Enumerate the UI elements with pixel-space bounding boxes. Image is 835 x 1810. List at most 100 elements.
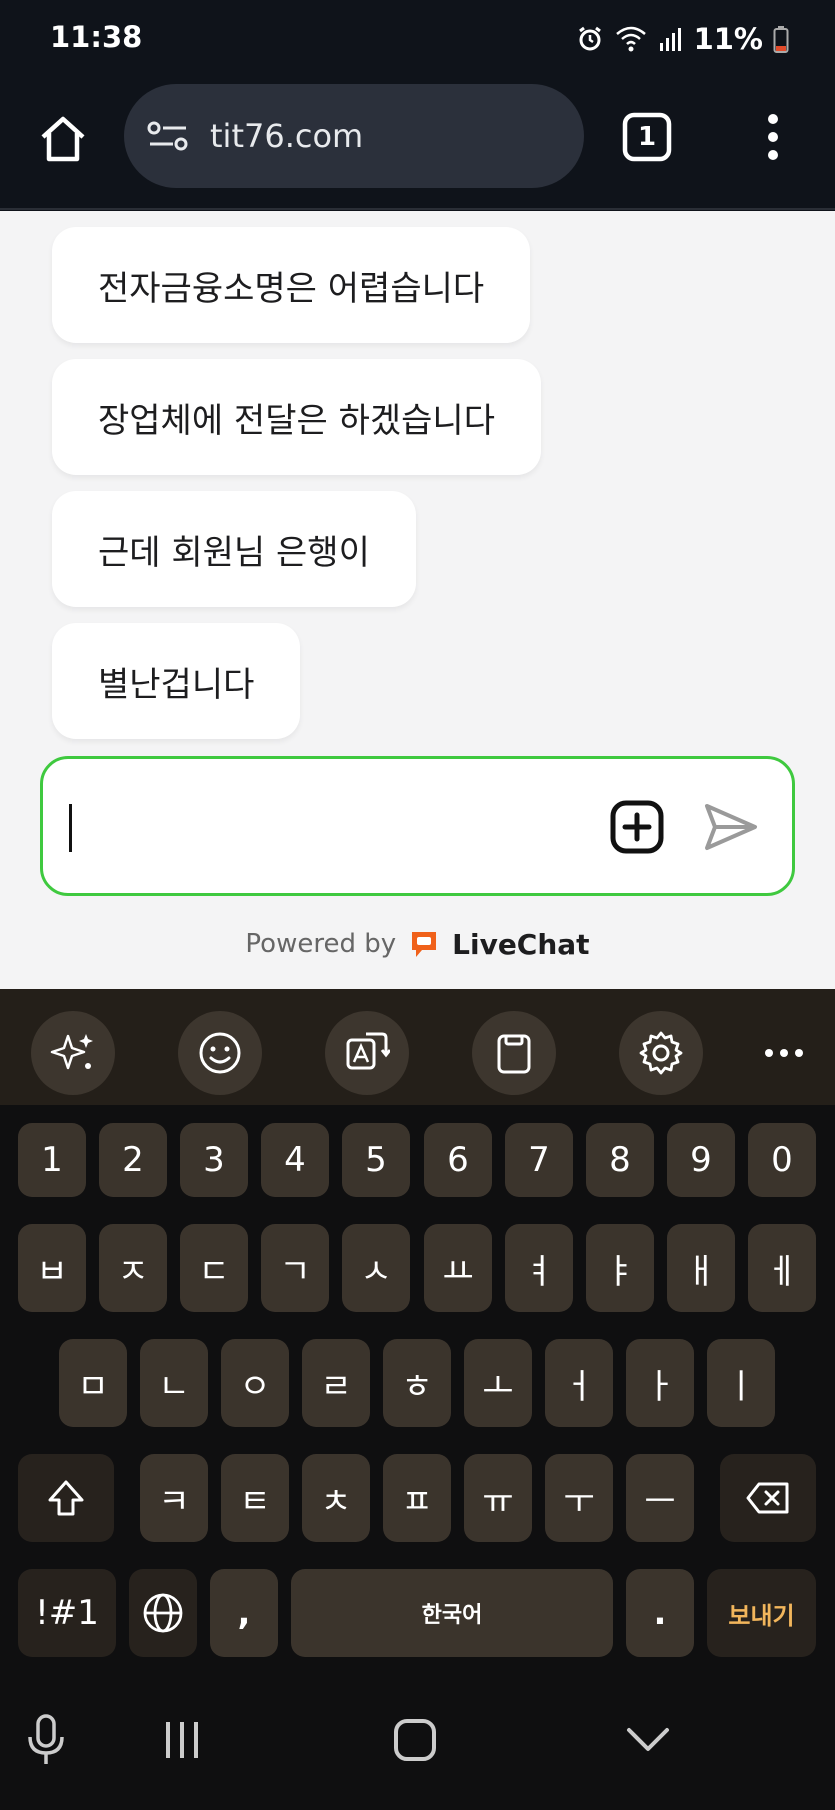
key-kieuk[interactable]: ㅋ	[140, 1454, 208, 1542]
browser-toolbar: tit76.com 1	[0, 80, 835, 210]
address-bar[interactable]: tit76.com	[124, 84, 584, 188]
chat-message: 전자금융소명은 어렵습니다	[52, 227, 531, 343]
wifi-icon	[615, 26, 646, 52]
key-1[interactable]: 1	[18, 1123, 86, 1197]
key-o[interactable]: ㅗ	[464, 1339, 532, 1427]
recent-apps-icon	[166, 1722, 198, 1758]
livechat-brand: LiveChat	[452, 927, 590, 961]
ai-sparkle-icon	[50, 1034, 93, 1070]
home-button[interactable]	[30, 106, 96, 172]
key-label: ㄱ	[279, 1251, 311, 1292]
key-digeut[interactable]: ㄷ	[180, 1224, 248, 1312]
key-a[interactable]: ㅏ	[626, 1339, 694, 1427]
key-label: 5	[365, 1140, 387, 1180]
navigation-bar	[0, 1670, 835, 1810]
powered-by[interactable]: Powered by LiveChat	[0, 921, 835, 967]
alarm-icon	[578, 26, 601, 51]
add-attachment-icon	[610, 800, 664, 854]
voice-input-button[interactable]	[16, 1710, 76, 1770]
key-ya[interactable]: ㅑ	[586, 1224, 654, 1312]
comma-key[interactable]: ,	[210, 1569, 278, 1657]
key-label: ㅇ	[239, 1366, 271, 1407]
key-0[interactable]: 0	[748, 1123, 816, 1197]
key-yo[interactable]: ㅛ	[424, 1224, 492, 1312]
shift-key[interactable]	[18, 1454, 114, 1542]
more-menu-icon	[768, 114, 778, 160]
key-7[interactable]: 7	[505, 1123, 573, 1197]
key-5[interactable]: 5	[342, 1123, 410, 1197]
key-giyeok[interactable]: ㄱ	[261, 1224, 329, 1312]
key-label: 7	[528, 1140, 550, 1180]
key-yu[interactable]: ㅠ	[464, 1454, 532, 1542]
keyboard-settings-button[interactable]	[619, 1011, 703, 1095]
key-ieung[interactable]: ㅇ	[221, 1339, 289, 1427]
key-tieut[interactable]: ㅌ	[221, 1454, 289, 1542]
microphone-icon	[28, 1714, 64, 1764]
period-key[interactable]: .	[626, 1569, 694, 1657]
backspace-key[interactable]	[720, 1454, 816, 1542]
back-button[interactable]	[618, 1710, 678, 1770]
key-pieup[interactable]: ㅍ	[383, 1454, 451, 1542]
key-nieun[interactable]: ㄴ	[140, 1339, 208, 1427]
key-label: 4	[284, 1140, 306, 1180]
home-nav-button[interactable]	[385, 1710, 445, 1770]
key-e[interactable]: ㅔ	[748, 1224, 816, 1312]
key-eu[interactable]: ㅡ	[626, 1454, 694, 1542]
status-time: 11:38	[50, 20, 143, 54]
key-3[interactable]: 3	[180, 1123, 248, 1197]
emoji-button[interactable]	[178, 1011, 262, 1095]
shift-icon	[48, 1480, 84, 1516]
key-eo[interactable]: ㅓ	[545, 1339, 613, 1427]
key-chieut[interactable]: ㅊ	[302, 1454, 370, 1542]
site-settings-icon[interactable]	[146, 116, 190, 156]
chat-message-text: 별난겁니다	[98, 664, 255, 705]
send-key[interactable]: 보내기	[707, 1569, 816, 1657]
space-key[interactable]: 한국어	[291, 1569, 613, 1657]
chat-message-text: 장업체에 전달은 하겠습니다	[98, 400, 495, 441]
translate-button[interactable]	[325, 1011, 409, 1095]
text-caret	[69, 804, 72, 852]
key-siot[interactable]: ㅅ	[342, 1224, 410, 1312]
more-menu-button[interactable]	[750, 110, 796, 164]
clipboard-button[interactable]	[472, 1011, 556, 1095]
key-4[interactable]: 4	[261, 1123, 329, 1197]
key-label: ㅋ	[158, 1481, 190, 1522]
tab-count: 1	[637, 122, 657, 152]
chat-message-text: 전자금융소명은 어렵습니다	[98, 268, 485, 309]
key-8[interactable]: 8	[586, 1123, 654, 1197]
key-label: ㅐ	[685, 1251, 717, 1292]
symbols-key[interactable]: !#1	[18, 1569, 116, 1657]
tabs-button[interactable]: 1	[620, 110, 674, 164]
key-label: ㅜ	[563, 1481, 595, 1522]
key-u[interactable]: ㅜ	[545, 1454, 613, 1542]
attach-button[interactable]	[609, 799, 665, 855]
key-label: ㅅ	[360, 1251, 392, 1292]
ai-tools-button[interactable]	[31, 1011, 115, 1095]
key-label: ㅏ	[644, 1366, 676, 1407]
key-6[interactable]: 6	[424, 1123, 492, 1197]
key-mieum[interactable]: ㅁ	[59, 1339, 127, 1427]
key-label: 1	[41, 1140, 63, 1180]
language-key[interactable]	[129, 1569, 197, 1657]
key-rieul[interactable]: ㄹ	[302, 1339, 370, 1427]
key-label: 3	[203, 1140, 225, 1180]
key-9[interactable]: 9	[667, 1123, 735, 1197]
key-i[interactable]: ㅣ	[707, 1339, 775, 1427]
home-icon	[41, 116, 85, 162]
key-label: 9	[690, 1140, 712, 1180]
key-bieup[interactable]: ㅂ	[18, 1224, 86, 1312]
battery-percent: 11%	[693, 22, 763, 56]
chat-message-text: 근데 회원님 은행이	[98, 532, 370, 573]
key-label: ㅍ	[401, 1481, 433, 1522]
recent-apps-button[interactable]	[152, 1710, 212, 1770]
message-input[interactable]	[40, 756, 795, 896]
key-yeo[interactable]: ㅕ	[505, 1224, 573, 1312]
key-ae[interactable]: ㅐ	[667, 1224, 735, 1312]
key-2[interactable]: 2	[99, 1123, 167, 1197]
send-message-button[interactable]	[703, 799, 759, 855]
key-hieut[interactable]: ㅎ	[383, 1339, 451, 1427]
keyboard-more-button[interactable]	[744, 1011, 824, 1095]
key-jieut[interactable]: ㅈ	[99, 1224, 167, 1312]
key-label: 2	[122, 1140, 144, 1180]
signal-icon	[659, 28, 681, 51]
